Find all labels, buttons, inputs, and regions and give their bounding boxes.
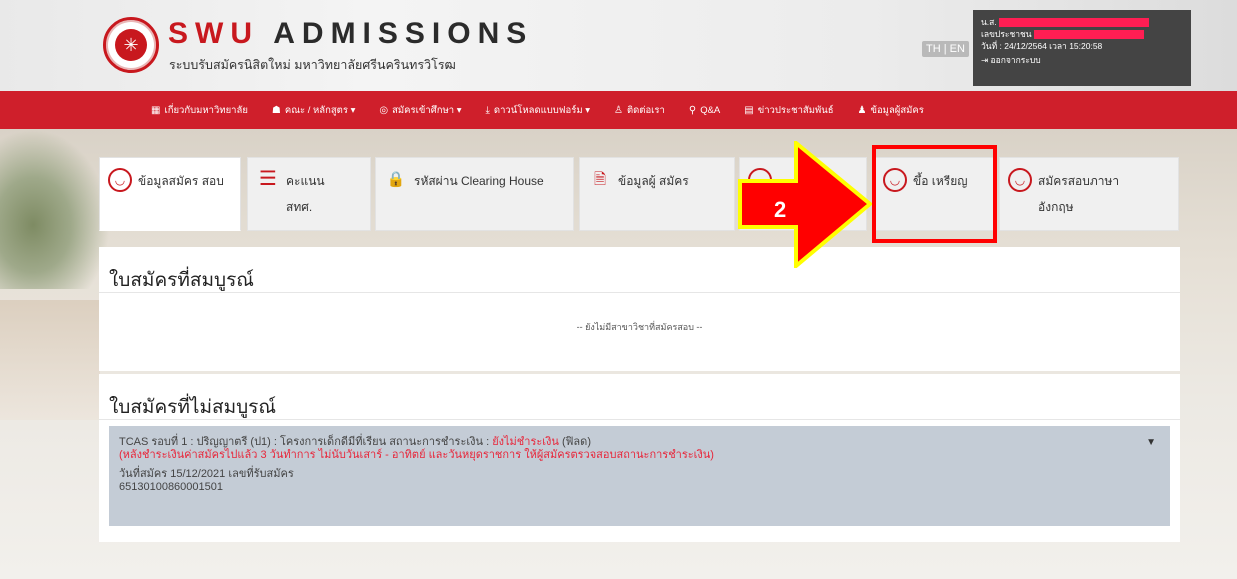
application-number: 65130100860001501 (119, 481, 224, 493)
seal-emblem-icon: ✳ (115, 29, 147, 61)
background-tree (0, 129, 110, 289)
complete-applications-panel: ใบสมัครที่สมบูรณ์ -- ยังไม่มีสาขาวิชาที่… (99, 247, 1180, 371)
tab-applicant-info[interactable]: 🗎 ข้อมูลผู้ สมัคร (579, 157, 735, 231)
lock-icon: 🔒 (386, 171, 406, 188)
news-icon: ▤ (744, 104, 754, 116)
nav-item-about[interactable]: ▦ เกี่ยวกับมหาวิทยาลัย (151, 103, 248, 118)
tab-english-exam[interactable]: ◡ สมัครสอบภาษา อังกฤษ (999, 157, 1179, 231)
brand-title: SWU ADMISSIONS (168, 17, 533, 51)
brand-suffix: ADMISSIONS (273, 17, 534, 50)
user-circle-icon: ◡ (108, 168, 132, 192)
logout-icon: ⇥ (981, 55, 989, 65)
highlight-box (872, 145, 997, 243)
tab-onet-score[interactable]: ☰ คะแนน สทศ. (247, 157, 371, 231)
empty-note: -- ยังไม่มีสาขาวิชาที่สมัครสอบ -- (576, 322, 703, 332)
nav-label: ข้อมูลผู้สมัคร (870, 104, 924, 116)
bank-icon: ▦ (151, 104, 161, 116)
faculty-icon: ☗ (271, 104, 281, 116)
complete-panel-title: ใบสมัครที่สมบูรณ์ (109, 270, 254, 291)
nav-label: ดาวน์โหลดแบบฟอร์ม ▾ (493, 104, 590, 116)
logout-label: ออกจากระบบ (990, 55, 1041, 65)
tab-exam-info[interactable]: ◡ ข้อมูลสมัคร สอบ (99, 157, 241, 231)
user-icon: ♟ (857, 104, 867, 116)
nav-item-faculty[interactable]: ☗ คณะ / หลักสูตร ▾ (272, 103, 355, 118)
main-nav: ▦ เกี่ยวกับมหาวิทยาลัย ☗ คณะ / หลักสูตร … (0, 91, 1237, 129)
list-icon: ☰ (259, 168, 277, 190)
redacted-id (1033, 30, 1144, 40)
document-icon: 🗎 (593, 171, 607, 188)
nav-item-qa[interactable]: ⚲ Q&A (689, 105, 720, 116)
annotation-arrow (738, 141, 872, 268)
language-switch[interactable]: TH | EN (922, 41, 969, 57)
tab-label: ข้อมูลสมัคร สอบ (138, 174, 224, 188)
university-seal-logo[interactable]: ✳ (103, 17, 159, 73)
user-circle-icon: ◡ (1008, 168, 1032, 192)
tab-label: รหัสผ่าน Clearing House (414, 174, 544, 188)
panel-divider (99, 419, 1180, 420)
nav-item-applicant[interactable]: ♟ ข้อมูลผู้สมัคร (858, 103, 924, 118)
nav-label: สมัครเข้าศึกษา ▾ (392, 104, 462, 116)
panel-divider (99, 292, 1180, 293)
apply-icon: ◎ (379, 104, 389, 116)
nav-item-apply[interactable]: ◎ สมัครเข้าศึกษา ▾ (379, 103, 461, 118)
application-line-1: TCAS รอบที่ 1 : ปริญญาตรี (ป1) : โครงการ… (119, 436, 1160, 449)
brand-prefix: SWU (168, 17, 259, 50)
payment-note: (หลังชำระเงินค่าสมัครไปแล้ว 3 วันทำการ ไ… (119, 449, 714, 461)
site-header: ✳ SWU ADMISSIONS ระบบรับสมัครนิสิตใหม่ ม… (0, 0, 1237, 91)
nav-label: คณะ / หลักสูตร ▾ (284, 104, 356, 116)
logout-link[interactable]: ⇥ ออกจากระบบ (981, 54, 1183, 66)
nav-item-download[interactable]: ⤓ ดาวน์โหลดแบบฟอร์ม ▾ (486, 103, 591, 118)
contact-icon: ♙ (614, 104, 623, 116)
nav-item-contact[interactable]: ♙ ติดต่อเรา (614, 103, 665, 118)
login-datetime: วันที่ : 24/12/2564 เวลา 15:20:58 (981, 41, 1103, 51)
brand-subtitle: ระบบรับสมัครนิสิตใหม่ มหาวิทยาลัยศรีนคริ… (169, 58, 456, 72)
qa-icon: ⚲ (688, 104, 697, 116)
nav-label: ข่าวประชาสัมพันธ์ (757, 104, 834, 116)
nav-label: เกี่ยวกับมหาวิทยาลัย (164, 104, 248, 116)
background-building (0, 300, 100, 420)
download-icon: ⤓ (485, 104, 490, 116)
incomplete-panel-title: ใบสมัครที่ไม่สมบูรณ์ (109, 397, 276, 418)
step-number: 2 (774, 197, 787, 222)
tab-label: สมัครสอบภาษา อังกฤษ (1038, 174, 1120, 214)
nav-label: Q&A (700, 104, 721, 116)
redacted-name (999, 18, 1150, 28)
incomplete-applications-panel: ใบสมัครที่ไม่สมบูรณ์ TCAS รอบที่ 1 : ปริ… (99, 374, 1180, 542)
nav-item-news[interactable]: ▤ ข่าวประชาสัมพันธ์ (744, 103, 833, 118)
app-summary: TCAS รอบที่ 1 : ปริญญาตรี (ป1) : โครงการ… (119, 436, 490, 448)
nav-label: ติดต่อเรา (626, 104, 665, 116)
user-info-box: น.ส. เลขประชาชน วันที่ : 24/12/2564 เวลา… (973, 10, 1191, 86)
user-name-label: น.ส. (981, 17, 997, 27)
application-date: วันที่สมัคร 15/12/2021 เลขที่รับสมัคร (119, 468, 294, 480)
tab-clearing-house[interactable]: 🔒 รหัสผ่าน Clearing House (375, 157, 574, 231)
status-suffix: (ฟิลด) (561, 436, 591, 448)
user-id-label: เลขประชาชน (981, 29, 1032, 39)
tab-label: ข้อมูลผู้ สมัคร (618, 174, 689, 188)
application-row[interactable]: TCAS รอบที่ 1 : ปริญญาตรี (ป1) : โครงการ… (109, 426, 1170, 526)
payment-status: ยังไม่ชำระเงิน (492, 436, 559, 448)
tab-label: คะแนน สทศ. (286, 174, 325, 214)
chevron-down-icon[interactable]: ▼ (1146, 436, 1156, 449)
